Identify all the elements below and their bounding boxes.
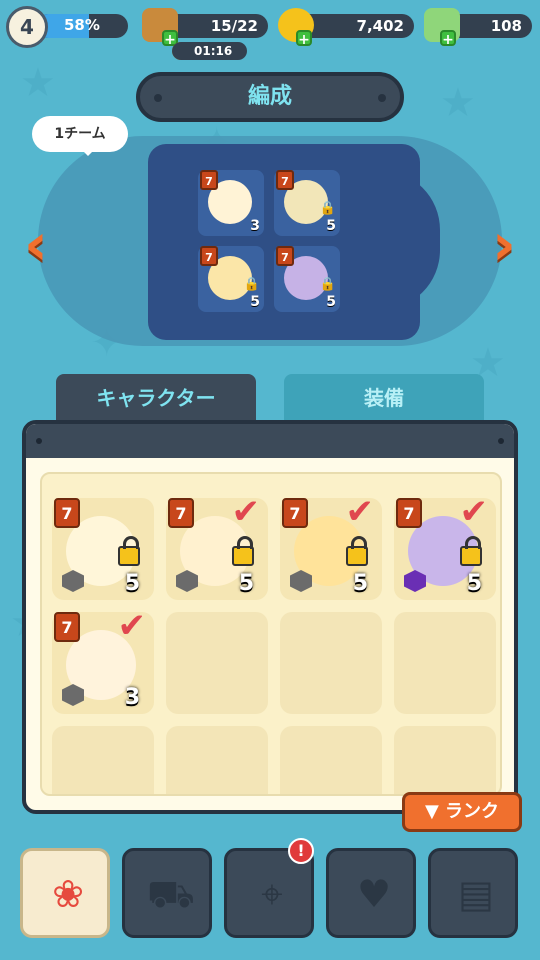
tab-character[interactable]: キャラクター bbox=[56, 374, 256, 422]
rank-badge: 7 bbox=[282, 498, 308, 528]
formation-title-text: 編成 bbox=[247, 84, 292, 109]
next-team-arrow-icon[interactable]: › bbox=[484, 212, 524, 276]
sort-by-rank-button[interactable]: ▼ ランク bbox=[402, 792, 522, 832]
lock-icon bbox=[118, 536, 140, 566]
rank-badge: 7 bbox=[200, 246, 218, 266]
rank-badge: 7 bbox=[276, 170, 294, 190]
character-count: 5 bbox=[238, 571, 254, 596]
character-count: 5 bbox=[326, 294, 336, 310]
selected-check-icon: ✔ bbox=[117, 606, 147, 646]
empty-slot bbox=[166, 726, 268, 794]
panel-header bbox=[26, 424, 514, 458]
lock-icon bbox=[460, 536, 482, 566]
lock-icon: 🔒 bbox=[243, 277, 260, 292]
rank-badge: 7 bbox=[168, 498, 194, 528]
character-card[interactable]: 7 ✔ 5 bbox=[394, 492, 496, 600]
add-potions-button[interactable]: + bbox=[440, 30, 456, 48]
nav-button-shop-bag[interactable]: ♥ bbox=[326, 848, 416, 938]
add-coins-button[interactable]: + bbox=[296, 30, 312, 48]
empty-slot bbox=[394, 726, 496, 794]
sheep-icon: ❀ bbox=[52, 872, 84, 916]
nav-button-sheep[interactable]: ❀ bbox=[20, 848, 110, 938]
character-count: 5 bbox=[124, 571, 140, 596]
rank-badge: 7 bbox=[54, 498, 80, 528]
character-count: 5 bbox=[466, 571, 482, 596]
character-count: 5 bbox=[326, 218, 336, 234]
nav-button-scroll[interactable]: ▤ bbox=[428, 848, 518, 938]
nav-button-truck[interactable]: ⛟ bbox=[122, 848, 212, 938]
character-card[interactable]: 7 ✔ 5 bbox=[166, 492, 268, 600]
character-count: 3 bbox=[124, 685, 140, 710]
character-panel: 7 5 7 ✔ 5 7 ✔ 5 7 ✔ 5 7 ✔ 3 bbox=[22, 420, 518, 814]
team-slot[interactable]: 7 🔒 5 bbox=[198, 246, 264, 312]
xp-bar: 58% bbox=[36, 14, 128, 38]
selected-check-icon: ✔ bbox=[345, 492, 375, 532]
empty-slot bbox=[52, 726, 154, 794]
xp-percent: 58% bbox=[64, 16, 100, 34]
character-grid: 7 5 7 ✔ 5 7 ✔ 5 7 ✔ 5 7 ✔ 3 bbox=[40, 472, 502, 796]
selected-check-icon: ✔ bbox=[231, 492, 261, 532]
shop-bag-icon: ♥ bbox=[356, 872, 392, 916]
empty-slot bbox=[280, 612, 382, 714]
map-notification-badge: ! bbox=[288, 838, 314, 864]
empty-slot bbox=[394, 612, 496, 714]
lock-icon: 🔒 bbox=[319, 277, 336, 292]
truck-icon: ⛟ bbox=[147, 872, 195, 916]
lock-icon: 🔒 bbox=[319, 201, 336, 216]
empty-slot bbox=[166, 612, 268, 714]
character-count: 5 bbox=[352, 571, 368, 596]
player-level-badge[interactable]: 4 bbox=[6, 6, 48, 48]
formation-title: 編成 bbox=[136, 72, 404, 122]
lock-icon bbox=[346, 536, 368, 566]
stamina-timer: 01:16 bbox=[172, 42, 247, 60]
character-count: 5 bbox=[250, 294, 260, 310]
map-icon: ⌖ bbox=[261, 872, 283, 916]
team-slot[interactable]: 7 🔒 5 bbox=[274, 170, 340, 236]
prev-team-arrow-icon[interactable]: ‹ bbox=[16, 212, 56, 276]
selected-check-icon: ✔ bbox=[459, 492, 489, 532]
rank-badge: 7 bbox=[54, 612, 80, 642]
scroll-icon: ▤ bbox=[458, 872, 494, 916]
character-count: 3 bbox=[250, 218, 260, 234]
team-label-bubble[interactable]: 1チーム bbox=[32, 116, 128, 156]
top-resource-bar: 58% 4 15/22 + ◷ 01:16 7,402 + 108 + bbox=[0, 0, 540, 64]
team-slot[interactable]: 73 bbox=[198, 170, 264, 236]
tab-equipment[interactable]: 装備 bbox=[284, 374, 484, 422]
lock-icon bbox=[232, 536, 254, 566]
rank-badge: 7 bbox=[396, 498, 422, 528]
character-card[interactable]: 7 ✔ 5 bbox=[280, 492, 382, 600]
rank-badge: 7 bbox=[276, 246, 294, 266]
character-card[interactable]: 7 ✔ 3 bbox=[52, 606, 154, 714]
rank-badge: 7 bbox=[200, 170, 218, 190]
character-card[interactable]: 75 bbox=[52, 498, 154, 600]
team-slot[interactable]: 7 🔒 5 bbox=[274, 246, 340, 312]
empty-slot bbox=[280, 726, 382, 794]
